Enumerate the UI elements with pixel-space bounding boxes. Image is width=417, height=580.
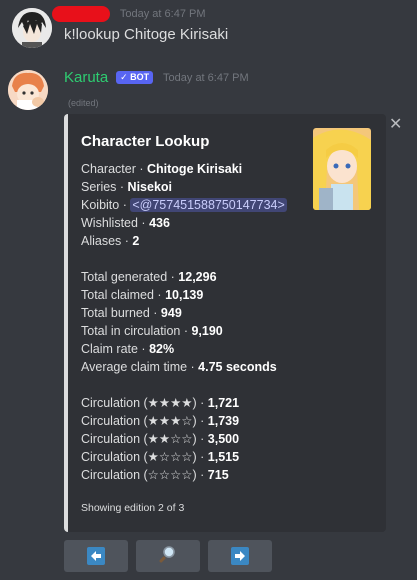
- embed-title: Character Lookup: [81, 133, 210, 150]
- redacted-username: [52, 6, 110, 23]
- embed-description: Character · Chitoge Kirisaki Series · Ni…: [81, 160, 287, 484]
- user-mention[interactable]: <@757451588750147734>: [130, 198, 287, 212]
- stat-row: Claim rate · 82%: [81, 342, 175, 356]
- circulation-row: Circulation (★★☆☆) · 3,500: [81, 432, 240, 446]
- bot-badge: ✓ BOT: [116, 71, 154, 84]
- user-avatar[interactable]: [12, 8, 52, 48]
- message-header: Karuta ✓ BOT Today at 6:47 PM: [64, 69, 249, 86]
- info-row-character: Character · Chitoge Kirisaki: [81, 162, 243, 176]
- info-row-series: Series · Nisekoi: [81, 180, 173, 194]
- circulation-row: Circulation (★★★☆) · 1,739: [81, 414, 240, 428]
- timestamp: Today at 6:47 PM: [119, 8, 206, 21]
- previous-button[interactable]: [64, 540, 128, 572]
- embed-card: Character Lookup Character · Chitoge Kir…: [64, 114, 386, 532]
- stat-row: Total burned · 949: [81, 306, 182, 320]
- info-row-wishlisted: Wishlisted · 436: [81, 216, 170, 230]
- stat-row: Average claim time · 4.75 seconds: [81, 360, 277, 374]
- stat-row: Total claimed · 10,139: [81, 288, 204, 302]
- search-button[interactable]: [136, 540, 200, 572]
- timestamp: Today at 6:47 PM: [163, 72, 249, 85]
- embed-footer: Showing edition 2 of 3: [81, 502, 185, 514]
- circulation-row: Circulation (☆☆☆☆) · 715: [81, 468, 229, 482]
- close-icon[interactable]: ✕: [389, 114, 402, 134]
- stat-row: Total generated · 12,296: [81, 270, 217, 284]
- magnifier-icon: [158, 544, 178, 569]
- author-name[interactable]: Karuta: [64, 69, 108, 86]
- character-thumbnail[interactable]: [313, 128, 371, 210]
- message-header: Today at 6:47 PM: [52, 5, 206, 23]
- info-row-koibito: Koibito · <@757451588750147734>: [81, 198, 287, 212]
- info-row-aliases: Aliases · 2: [81, 234, 140, 248]
- message-content: k!lookup Chitoge Kirisaki: [64, 26, 229, 43]
- edited-label: (edited): [68, 98, 99, 108]
- arrow-left-icon: [87, 547, 105, 565]
- bot-avatar[interactable]: [8, 70, 48, 110]
- stat-row: Total in circulation · 9,190: [81, 324, 223, 338]
- arrow-right-icon: [231, 547, 249, 565]
- circulation-row: Circulation (★★★★) · 1,721: [81, 396, 240, 410]
- circulation-row: Circulation (★☆☆☆) · 1,515: [81, 450, 240, 464]
- next-button[interactable]: [208, 540, 272, 572]
